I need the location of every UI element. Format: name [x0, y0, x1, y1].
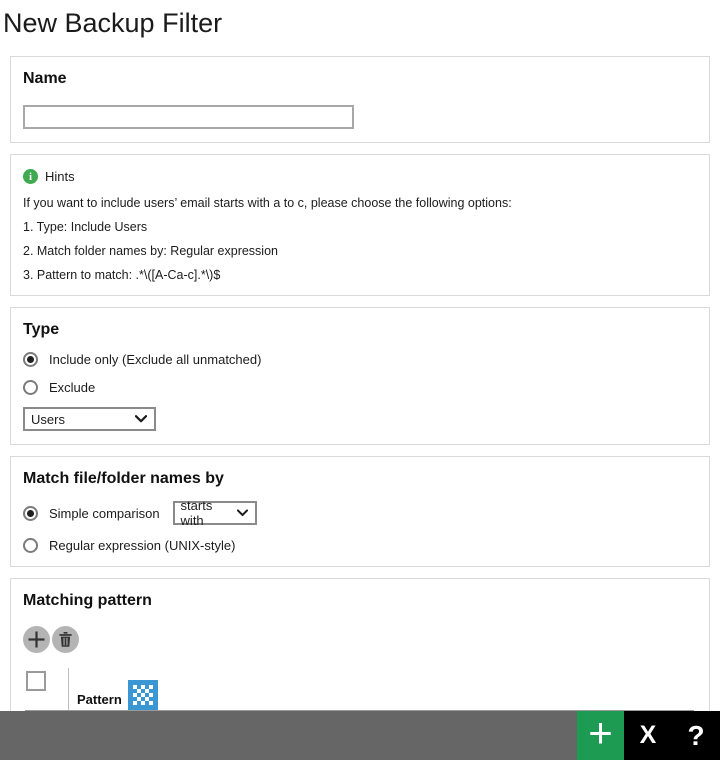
pattern-column-header[interactable]: Pattern: [77, 680, 158, 710]
radio-regular-expression[interactable]: [23, 538, 38, 553]
hints-intro: If you want to include users’ email star…: [23, 196, 697, 210]
radio-include-only-label[interactable]: Include only (Exclude all unmatched): [49, 352, 261, 367]
name-heading: Name: [23, 70, 697, 88]
add-pattern-button[interactable]: [23, 626, 50, 653]
trash-icon: [59, 632, 72, 647]
hints-title: Hints: [45, 169, 75, 184]
comparison-select[interactable]: starts with: [173, 501, 257, 525]
hints-panel: i Hints If you want to include users’ em…: [10, 154, 710, 296]
match-heading: Match file/folder names by: [23, 470, 697, 488]
name-panel: Name: [10, 56, 710, 143]
pattern-table-header-row: Pattern: [23, 668, 697, 710]
select-all-checkbox[interactable]: [26, 671, 46, 691]
column-divider: [68, 668, 69, 710]
chevron-down-icon: [237, 509, 248, 517]
type-option-exclude: Exclude: [23, 380, 697, 395]
radio-exclude[interactable]: [23, 380, 38, 395]
pattern-toolbar: [23, 626, 697, 653]
type-heading: Type: [23, 321, 697, 339]
close-button[interactable]: X: [624, 711, 672, 760]
match-option-regex: Regular expression (UNIX-style): [23, 538, 697, 553]
action-bar: + X ?: [0, 711, 720, 760]
type-scope-select-value: Users: [31, 412, 65, 427]
radio-include-only[interactable]: [23, 352, 38, 367]
pattern-column-label: Pattern: [77, 692, 122, 710]
pattern-heading: Matching pattern: [23, 592, 697, 610]
page-title: New Backup Filter: [0, 0, 720, 56]
hint-step-2: 2. Match folder names by: Regular expres…: [23, 244, 697, 258]
chevron-down-icon: [135, 415, 147, 423]
radio-simple-comparison[interactable]: [23, 506, 38, 521]
help-button[interactable]: ?: [672, 711, 720, 760]
plus-icon: [28, 631, 45, 648]
info-icon: i: [23, 169, 38, 184]
type-option-include-only: Include only (Exclude all unmatched): [23, 352, 697, 367]
match-option-simple: Simple comparison starts with: [23, 501, 697, 525]
hints-header: i Hints: [23, 169, 697, 184]
form-content: Name i Hints If you want to include user…: [10, 56, 710, 732]
checker-pattern-icon: [128, 680, 158, 710]
comparison-select-value: starts with: [181, 498, 231, 528]
radio-exclude-label[interactable]: Exclude: [49, 380, 95, 395]
type-scope-select[interactable]: Users: [23, 407, 156, 431]
hint-step-1: 1. Type: Include Users: [23, 220, 697, 234]
match-panel: Match file/folder names by Simple compar…: [10, 456, 710, 567]
name-input[interactable]: [23, 105, 354, 129]
hint-step-3: 3. Pattern to match: .*\([A-Ca-c].*\)$: [23, 268, 697, 282]
radio-regular-expression-label[interactable]: Regular expression (UNIX-style): [49, 538, 235, 553]
add-filter-button[interactable]: +: [577, 711, 624, 760]
delete-pattern-button[interactable]: [52, 626, 79, 653]
radio-simple-comparison-label[interactable]: Simple comparison: [49, 506, 160, 521]
type-panel: Type Include only (Exclude all unmatched…: [10, 307, 710, 445]
